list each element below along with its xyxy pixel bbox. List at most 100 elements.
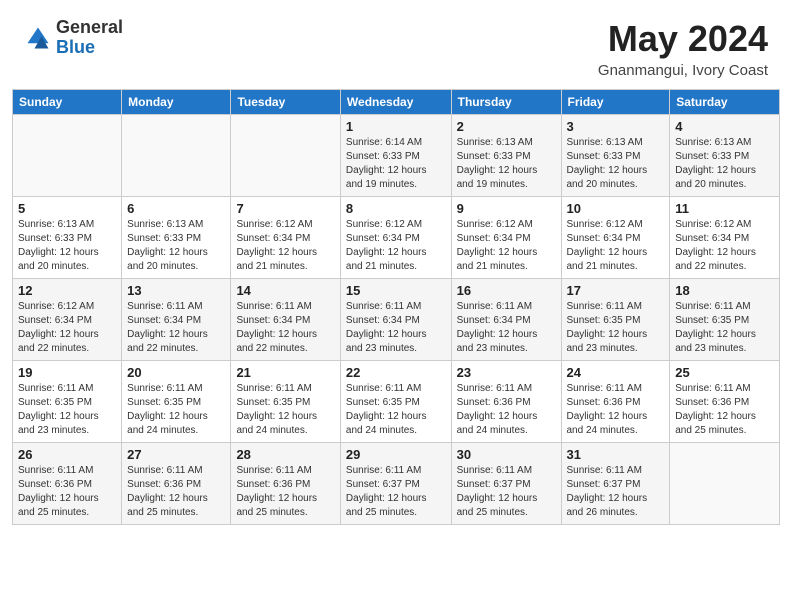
day-info: Sunrise: 6:11 AM Sunset: 6:37 PM Dayligh… <box>457 464 556 520</box>
day-info: Sunrise: 6:11 AM Sunset: 6:35 PM Dayligh… <box>567 300 665 356</box>
day-info: Sunrise: 6:11 AM Sunset: 6:36 PM Dayligh… <box>457 382 556 438</box>
day-number: 15 <box>346 283 446 298</box>
day-info: Sunrise: 6:11 AM Sunset: 6:36 PM Dayligh… <box>236 464 334 520</box>
calendar-cell: 16 Sunrise: 6:11 AM Sunset: 6:34 PM Dayli… <box>451 279 561 361</box>
calendar-cell: 9 Sunrise: 6:12 AM Sunset: 6:34 PM Daylig… <box>451 197 561 279</box>
calendar-cell <box>231 115 340 197</box>
header-wednesday: Wednesday <box>340 90 451 115</box>
day-info: Sunrise: 6:12 AM Sunset: 6:34 PM Dayligh… <box>675 218 774 274</box>
day-info: Sunrise: 6:12 AM Sunset: 6:34 PM Dayligh… <box>236 218 334 274</box>
week-row-2: 12 Sunrise: 6:12 AM Sunset: 6:34 PM Dayli… <box>13 279 780 361</box>
day-number: 4 <box>675 119 774 134</box>
day-info: Sunrise: 6:11 AM Sunset: 6:35 PM Dayligh… <box>346 382 446 438</box>
day-number: 14 <box>236 283 334 298</box>
calendar-cell: 21 Sunrise: 6:11 AM Sunset: 6:35 PM Dayli… <box>231 361 340 443</box>
calendar-cell: 6Sunrise: 6:13 AM Sunset: 6:33 PM Daylig… <box>122 197 231 279</box>
page-header: General Blue May 2024 Gnanmangui, Ivory … <box>0 0 792 89</box>
calendar-cell: 13Sunrise: 6:11 AM Sunset: 6:34 PM Dayli… <box>122 279 231 361</box>
day-number: 13 <box>127 283 225 298</box>
logo: General Blue <box>24 18 123 58</box>
day-info: Sunrise: 6:13 AM Sunset: 6:33 PM Dayligh… <box>457 136 556 192</box>
day-info: Sunrise: 6:11 AM Sunset: 6:35 PM Dayligh… <box>127 382 225 438</box>
week-row-0: 1Sunrise: 6:14 AM Sunset: 6:33 PM Daylig… <box>13 115 780 197</box>
calendar-cell: 18Sunrise: 6:11 AM Sunset: 6:35 PM Dayli… <box>670 279 780 361</box>
day-info: Sunrise: 6:11 AM Sunset: 6:36 PM Dayligh… <box>675 382 774 438</box>
day-number: 12 <box>18 283 116 298</box>
day-number: 21 <box>236 365 334 380</box>
header-monday: Monday <box>122 90 231 115</box>
title-block: May 2024 Gnanmangui, Ivory Coast <box>598 18 768 79</box>
day-info: Sunrise: 6:11 AM Sunset: 6:34 PM Dayligh… <box>457 300 556 356</box>
calendar-cell: 4 Sunrise: 6:13 AM Sunset: 6:33 PM Daylig… <box>670 115 780 197</box>
calendar-table: SundayMondayTuesdayWednesdayThursdayFrid… <box>12 89 780 525</box>
header-sunday: Sunday <box>13 90 122 115</box>
day-number: 31 <box>567 447 665 462</box>
day-number: 22 <box>346 365 446 380</box>
calendar-cell <box>122 115 231 197</box>
calendar-cell: 30Sunrise: 6:11 AM Sunset: 6:37 PM Dayli… <box>451 443 561 525</box>
calendar-cell: 26 Sunrise: 6:11 AM Sunset: 6:36 PM Dayli… <box>13 443 122 525</box>
calendar-cell: 25 Sunrise: 6:11 AM Sunset: 6:36 PM Dayli… <box>670 361 780 443</box>
calendar-cell: 2 Sunrise: 6:13 AM Sunset: 6:33 PM Daylig… <box>451 115 561 197</box>
day-info: Sunrise: 6:14 AM Sunset: 6:33 PM Dayligh… <box>346 136 446 192</box>
day-info: Sunrise: 6:11 AM Sunset: 6:36 PM Dayligh… <box>127 464 225 520</box>
calendar-header-row: SundayMondayTuesdayWednesdayThursdayFrid… <box>13 90 780 115</box>
header-saturday: Saturday <box>670 90 780 115</box>
day-number: 11 <box>675 201 774 216</box>
calendar-cell <box>13 115 122 197</box>
calendar-wrapper: SundayMondayTuesdayWednesdayThursdayFrid… <box>0 89 792 537</box>
day-info: Sunrise: 6:11 AM Sunset: 6:36 PM Dayligh… <box>18 464 116 520</box>
day-number: 3 <box>567 119 665 134</box>
calendar-cell: 14Sunrise: 6:11 AM Sunset: 6:34 PM Dayli… <box>231 279 340 361</box>
day-info: Sunrise: 6:12 AM Sunset: 6:34 PM Dayligh… <box>567 218 665 274</box>
day-info: Sunrise: 6:11 AM Sunset: 6:37 PM Dayligh… <box>567 464 665 520</box>
day-number: 23 <box>457 365 556 380</box>
day-info: Sunrise: 6:11 AM Sunset: 6:35 PM Dayligh… <box>236 382 334 438</box>
calendar-cell: 1Sunrise: 6:14 AM Sunset: 6:33 PM Daylig… <box>340 115 451 197</box>
day-number: 26 <box>18 447 116 462</box>
logo-blue-text: Blue <box>56 38 123 58</box>
day-info: Sunrise: 6:11 AM Sunset: 6:37 PM Dayligh… <box>346 464 446 520</box>
calendar-cell: 12 Sunrise: 6:12 AM Sunset: 6:34 PM Dayli… <box>13 279 122 361</box>
calendar-cell: 10 Sunrise: 6:12 AM Sunset: 6:34 PM Dayli… <box>561 197 670 279</box>
calendar-cell <box>670 443 780 525</box>
day-number: 16 <box>457 283 556 298</box>
calendar-cell: 20 Sunrise: 6:11 AM Sunset: 6:35 PM Dayli… <box>122 361 231 443</box>
day-number: 24 <box>567 365 665 380</box>
calendar-cell: 23 Sunrise: 6:11 AM Sunset: 6:36 PM Dayli… <box>451 361 561 443</box>
day-number: 28 <box>236 447 334 462</box>
calendar-cell: 11 Sunrise: 6:12 AM Sunset: 6:34 PM Dayli… <box>670 197 780 279</box>
day-number: 25 <box>675 365 774 380</box>
calendar-cell: 5Sunrise: 6:13 AM Sunset: 6:33 PM Daylig… <box>13 197 122 279</box>
day-number: 2 <box>457 119 556 134</box>
calendar-cell: 19 Sunrise: 6:11 AM Sunset: 6:35 PM Dayli… <box>13 361 122 443</box>
day-number: 19 <box>18 365 116 380</box>
day-info: Sunrise: 6:11 AM Sunset: 6:35 PM Dayligh… <box>18 382 116 438</box>
day-info: Sunrise: 6:12 AM Sunset: 6:34 PM Dayligh… <box>346 218 446 274</box>
day-info: Sunrise: 6:12 AM Sunset: 6:34 PM Dayligh… <box>457 218 556 274</box>
logo-general-text: General <box>56 18 123 38</box>
calendar-cell: 15 Sunrise: 6:11 AM Sunset: 6:34 PM Dayli… <box>340 279 451 361</box>
calendar-cell: 31 Sunrise: 6:11 AM Sunset: 6:37 PM Dayli… <box>561 443 670 525</box>
month-year-title: May 2024 <box>598 18 768 60</box>
day-info: Sunrise: 6:13 AM Sunset: 6:33 PM Dayligh… <box>675 136 774 192</box>
calendar-cell: 24Sunrise: 6:11 AM Sunset: 6:36 PM Dayli… <box>561 361 670 443</box>
day-number: 10 <box>567 201 665 216</box>
calendar-cell: 3 Sunrise: 6:13 AM Sunset: 6:33 PM Daylig… <box>561 115 670 197</box>
header-friday: Friday <box>561 90 670 115</box>
calendar-cell: 27 Sunrise: 6:11 AM Sunset: 6:36 PM Dayli… <box>122 443 231 525</box>
day-number: 18 <box>675 283 774 298</box>
day-number: 8 <box>346 201 446 216</box>
day-info: Sunrise: 6:12 AM Sunset: 6:34 PM Dayligh… <box>18 300 116 356</box>
calendar-cell: 29Sunrise: 6:11 AM Sunset: 6:37 PM Dayli… <box>340 443 451 525</box>
week-row-1: 5 Sunrise: 6:13 AM Sunset: 6:33 PM Daylig… <box>13 197 780 279</box>
day-number: 27 <box>127 447 225 462</box>
logo-icon <box>24 24 52 52</box>
day-info: Sunrise: 6:13 AM Sunset: 6:33 PM Dayligh… <box>127 218 225 274</box>
calendar-cell: 17Sunrise: 6:11 AM Sunset: 6:35 PM Dayli… <box>561 279 670 361</box>
day-number: 9 <box>457 201 556 216</box>
day-info: Sunrise: 6:11 AM Sunset: 6:34 PM Dayligh… <box>346 300 446 356</box>
day-info: Sunrise: 6:13 AM Sunset: 6:33 PM Dayligh… <box>567 136 665 192</box>
day-number: 20 <box>127 365 225 380</box>
day-number: 5 <box>18 201 116 216</box>
